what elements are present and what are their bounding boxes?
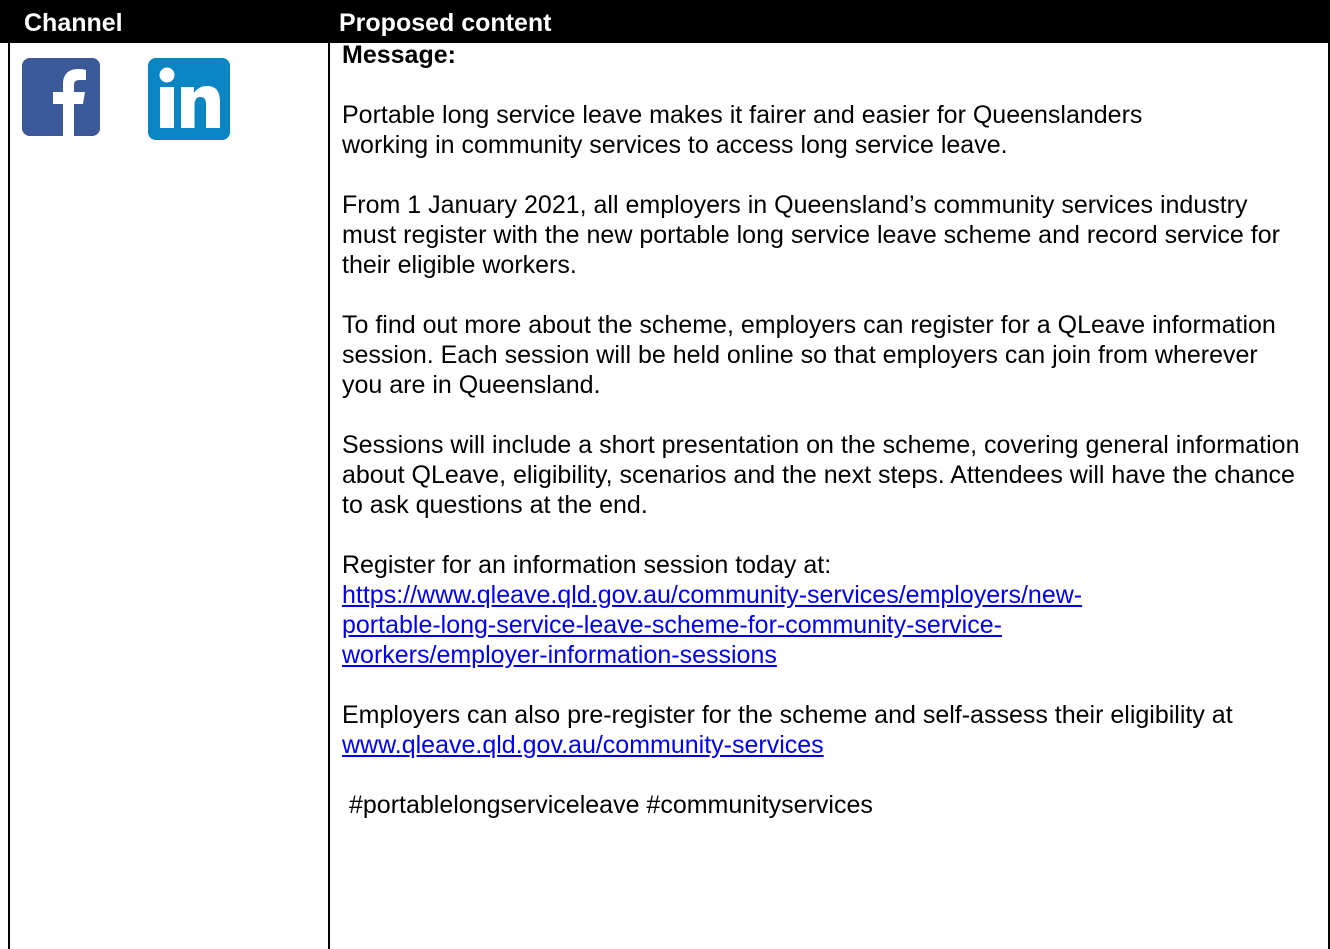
header-proposed-content: Proposed content — [339, 9, 552, 37]
register-text: Register for an information session toda… — [342, 551, 832, 579]
information-sessions-link[interactable]: https://www.qleave.qld.gov.au/community-… — [342, 581, 1082, 669]
hashtags: #portablelongserviceleave #communityserv… — [349, 791, 873, 819]
message-paragraph: Register for an information session toda… — [342, 550, 1312, 670]
message-paragraph: From 1 January 2021, all employers in Qu… — [342, 191, 1280, 279]
message-paragraph: Employers can also pre-register for the … — [342, 700, 1242, 760]
document-table: Channel Proposed content Message: Portab… — [0, 0, 1330, 949]
community-services-link[interactable]: www.qleave.qld.gov.au/community-services — [342, 731, 824, 759]
table-border-left — [8, 40, 10, 949]
table-body-row: Message: Portable long service leave mak… — [0, 40, 1330, 949]
table-border-middle — [328, 40, 330, 949]
message-paragraph: Sessions will include a short presentati… — [342, 431, 1300, 519]
header-channel: Channel — [24, 9, 123, 37]
table-header-row: Channel Proposed content — [0, 0, 1330, 43]
proposed-content-cell: Message: Portable long service leave mak… — [342, 40, 1312, 820]
message-paragraph: Portable long service leave makes it fai… — [342, 101, 1143, 159]
linkedin-icon — [148, 58, 230, 140]
message-heading: Message: — [342, 41, 456, 69]
message-paragraph: To find out more about the scheme, emplo… — [342, 311, 1276, 399]
preregister-text: Employers can also pre-register for the … — [342, 701, 1233, 729]
facebook-icon — [22, 58, 100, 136]
